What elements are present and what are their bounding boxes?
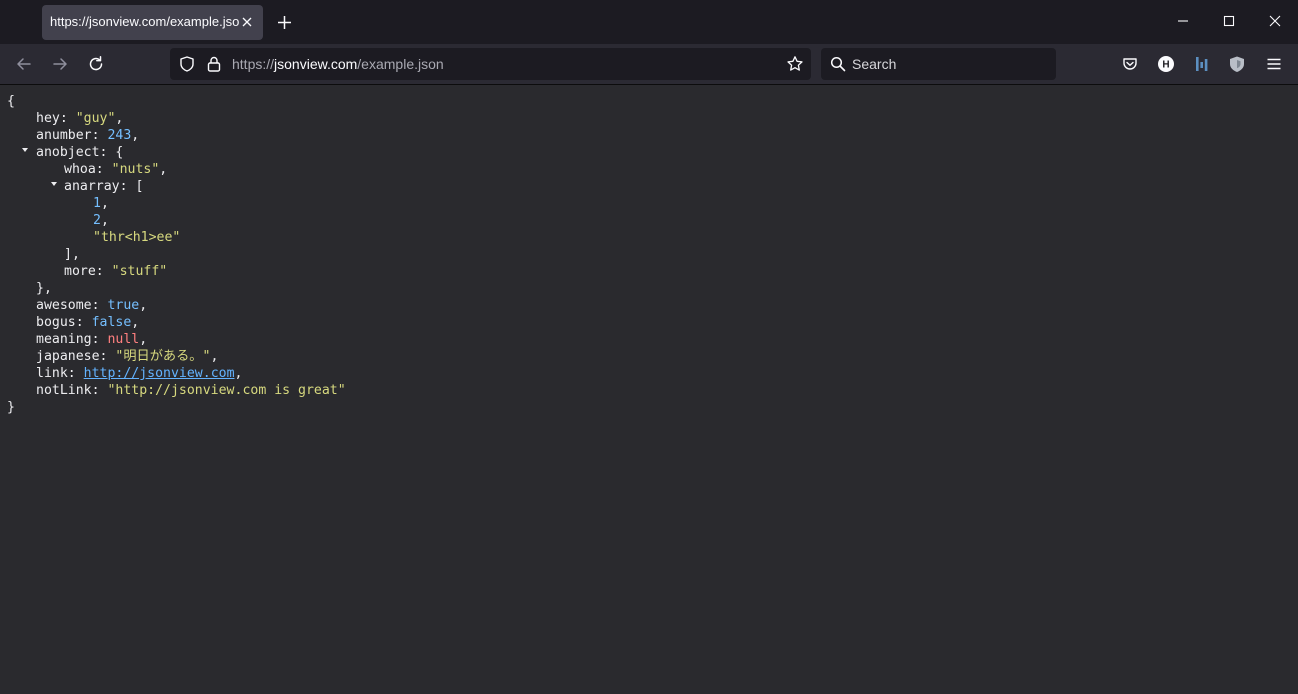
json-link-value[interactable]: http://jsonview.com xyxy=(84,366,235,381)
json-array-item: "thr<h1>ee" xyxy=(93,230,181,245)
json-open-brace: { xyxy=(7,94,15,109)
json-row-link: link: http://jsonview.com, xyxy=(36,366,243,381)
json-bool-value: true xyxy=(107,298,140,313)
json-string-value: "stuff" xyxy=(111,264,168,279)
json-close-brace: } xyxy=(7,400,15,415)
tab-title: https://jsonview.com/example.json xyxy=(50,14,240,29)
json-key: anumber xyxy=(36,128,92,143)
lock-icon[interactable] xyxy=(205,55,223,73)
url-scheme: https:// xyxy=(232,56,275,72)
json-row-whoa: whoa: "nuts", xyxy=(64,162,168,177)
shield-icon[interactable] xyxy=(178,55,196,73)
json-bool-value: false xyxy=(91,315,132,330)
h-extension-icon[interactable]: H xyxy=(1157,55,1175,73)
json-key: japanese xyxy=(36,349,100,364)
json-row-anumber: anumber: 243, xyxy=(36,128,140,143)
json-key: meaning xyxy=(36,332,92,347)
collapse-toggle-icon[interactable] xyxy=(50,180,58,188)
json-row-awesome: awesome: true, xyxy=(36,298,148,313)
navigation-toolbar: https://jsonview.com/example.json Search… xyxy=(0,44,1298,85)
search-bar[interactable]: Search xyxy=(821,48,1056,80)
json-key: anobject xyxy=(36,145,100,160)
minimize-icon[interactable] xyxy=(1176,14,1190,28)
json-string-value: "明日がある。" xyxy=(115,349,211,364)
svg-text:H: H xyxy=(1162,60,1169,71)
star-icon[interactable] xyxy=(786,55,804,73)
hamburger-menu-icon[interactable] xyxy=(1265,55,1283,73)
url-path: /example.json xyxy=(357,56,444,72)
json-row-notlink: notLink: "http://jsonview.com is great" xyxy=(36,383,346,398)
json-string-value: "nuts" xyxy=(111,162,160,177)
tab-close-icon[interactable] xyxy=(240,15,254,29)
url-text[interactable]: https://jsonview.com/example.json xyxy=(232,56,444,72)
maximize-icon[interactable] xyxy=(1222,14,1236,28)
json-viewer: { hey: "guy", anumber: 243, anobject: { … xyxy=(0,86,1298,694)
forward-arrow-icon[interactable] xyxy=(51,55,69,73)
close-icon[interactable] xyxy=(1268,14,1282,28)
json-string-value: "http://jsonview.com is great" xyxy=(107,383,346,398)
back-arrow-icon[interactable] xyxy=(15,55,33,73)
json-row-japanese: japanese: "明日がある。", xyxy=(36,349,219,364)
pocket-icon[interactable] xyxy=(1121,55,1139,73)
plus-icon[interactable] xyxy=(276,14,293,31)
url-bar[interactable]: https://jsonview.com/example.json xyxy=(170,48,811,80)
collapse-toggle-icon[interactable] xyxy=(21,146,29,154)
json-row-anarray: anarray: [ xyxy=(64,179,144,194)
json-key: more xyxy=(64,264,96,279)
json-row-hey: hey: "guy", xyxy=(36,111,124,126)
json-key: bogus xyxy=(36,315,76,330)
search-icon xyxy=(830,56,846,72)
json-key: link xyxy=(36,366,68,381)
json-number-value: 243 xyxy=(107,128,132,143)
reload-icon[interactable] xyxy=(87,55,105,73)
json-key: whoa xyxy=(64,162,96,177)
json-key: awesome xyxy=(36,298,92,313)
json-row-meaning: meaning: null, xyxy=(36,332,148,347)
search-placeholder: Search xyxy=(852,56,897,72)
tab-active[interactable]: https://jsonview.com/example.json xyxy=(42,5,263,40)
stats-extension-icon[interactable] xyxy=(1193,55,1211,73)
json-null-value: null xyxy=(107,332,140,347)
json-row-more: more: "stuff" xyxy=(64,264,168,279)
json-object-close: }, xyxy=(36,281,52,296)
json-row-bogus: bogus: false, xyxy=(36,315,140,330)
json-key: notLink xyxy=(36,383,92,398)
json-array-item: 1, xyxy=(93,196,109,211)
json-string-value: "guy" xyxy=(75,111,116,126)
json-row-anobject: anobject: { xyxy=(36,145,124,160)
url-host: jsonview.com xyxy=(274,56,358,72)
json-array-close: ], xyxy=(64,247,80,262)
json-key: anarray xyxy=(64,179,120,194)
json-array-item: 2, xyxy=(93,213,109,228)
shield-extension-icon[interactable] xyxy=(1228,55,1246,73)
json-key: hey xyxy=(36,111,60,126)
tab-strip: https://jsonview.com/example.json xyxy=(0,0,1298,44)
